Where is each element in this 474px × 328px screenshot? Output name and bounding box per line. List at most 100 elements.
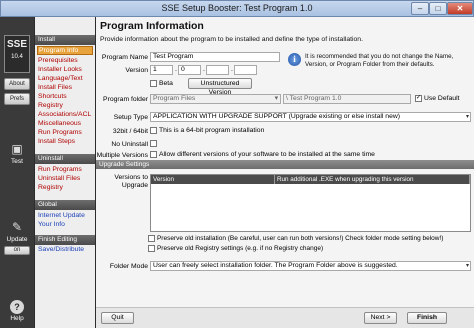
- no-uninstall-checkbox-wrap[interactable]: [150, 140, 157, 147]
- maximize-button[interactable]: □: [429, 2, 447, 15]
- bits-checkbox[interactable]: [150, 127, 157, 134]
- use-default-option[interactable]: ✓ Use Default: [415, 95, 459, 102]
- finish-button[interactable]: Finish: [407, 312, 447, 324]
- chevron-down-icon: ▾: [274, 95, 278, 102]
- footer-bar: Quit Next > Finish: [96, 307, 474, 328]
- page-title: Program Information: [100, 20, 204, 32]
- version-separator: .: [175, 66, 177, 73]
- nav-column: Install Program Info Prerequisites Insta…: [35, 17, 95, 328]
- minimize-button[interactable]: –: [411, 2, 429, 15]
- folder-mode-label: Folder Mode: [109, 263, 148, 270]
- nav-item-installer-looks[interactable]: Installer Looks: [37, 65, 93, 74]
- nav-item-shortcuts[interactable]: Shortcuts: [37, 92, 93, 101]
- chevron-down-icon: ▾: [465, 263, 469, 269]
- nav-item-miscellaneous[interactable]: Miscellaneous: [37, 119, 93, 128]
- about-button[interactable]: About: [4, 78, 30, 90]
- nav-item-uninstall-registry[interactable]: Registry: [37, 183, 93, 192]
- window-title: SSE Setup Booster: Test Program 1.0: [161, 3, 313, 13]
- bits-label: 32bit / 64bit: [112, 128, 148, 135]
- nav-header-install: Install: [35, 35, 95, 45]
- nav-item-install-steps[interactable]: Install Steps: [37, 137, 93, 146]
- test-label: Test: [11, 158, 23, 165]
- page-subtitle: Provide information about the program to…: [100, 36, 363, 43]
- versions-table[interactable]: Version Run additional .EXE when upgradi…: [150, 174, 471, 232]
- version-minor-input[interactable]: 0: [178, 65, 201, 75]
- nav-item-uninstall-run-programs[interactable]: Run Programs: [37, 165, 93, 174]
- chevron-down-icon: ▾: [465, 114, 469, 120]
- prefs-button[interactable]: Prefs: [4, 93, 30, 105]
- quit-button[interactable]: Quit: [101, 312, 134, 324]
- setup-type-select[interactable]: APPLICATION WITH UPGRADE SUPPORT (Upgrad…: [150, 112, 471, 122]
- preserve-installation-text: Preserve old installation (Be careful, u…: [156, 235, 444, 242]
- help-icon[interactable]: ?: [10, 300, 24, 314]
- app-version: 10.4: [11, 54, 23, 60]
- nav-item-program-info[interactable]: Program Info: [37, 46, 93, 55]
- version-build-input[interactable]: [206, 65, 229, 75]
- version-major-input[interactable]: 1: [150, 65, 173, 75]
- setup-type-label: Setup Type: [113, 114, 148, 121]
- multiple-versions-label: Multiple Versions: [96, 152, 148, 159]
- nav-item-prerequisites[interactable]: Prerequisites: [37, 56, 93, 65]
- setup-type-value: APPLICATION WITH UPGRADE SUPPORT (Upgrad…: [153, 113, 401, 120]
- left-panel: SSE 10.4 About Prefs ▣ Test ✎ Update on …: [0, 17, 96, 328]
- unstructured-version-button[interactable]: Unstructured Version: [188, 78, 252, 96]
- multiple-versions-option[interactable]: Allow different versions of your softwar…: [150, 151, 375, 158]
- upgrade-settings-header: Upgrade Settings: [96, 160, 474, 169]
- nav-item-your-info[interactable]: Your Info: [37, 220, 93, 229]
- test-icon[interactable]: ▣: [8, 141, 26, 157]
- table-column-run-exe[interactable]: Run additional .EXE when upgrading this …: [275, 175, 470, 184]
- multiple-versions-checkbox[interactable]: [150, 151, 157, 158]
- no-uninstall-label: No Uninstall: [111, 141, 148, 148]
- program-folder-root-select[interactable]: Program Files ▾: [150, 94, 281, 104]
- program-name-label: Program Name: [101, 54, 148, 61]
- nav-header-finish: Finish Editing: [35, 235, 95, 245]
- bits-option[interactable]: This is a 64-bit program installation: [150, 127, 264, 134]
- info-icon: i: [288, 53, 301, 66]
- nav-item-internet-update[interactable]: Internet Update: [37, 211, 93, 220]
- app-logo-glyph: SSE: [6, 39, 27, 50]
- main-content: Program Information Provide information …: [96, 17, 474, 328]
- no-uninstall-checkbox[interactable]: [150, 140, 157, 147]
- beta-option[interactable]: Beta: [150, 80, 173, 87]
- multiple-versions-text: Allow different versions of your softwar…: [158, 151, 375, 158]
- table-column-version[interactable]: Version: [151, 175, 275, 184]
- program-name-input[interactable]: Test Program: [150, 52, 280, 62]
- program-folder-label: Program folder: [103, 96, 148, 103]
- title-bar: SSE Setup Booster: Test Program 1.0 – □ …: [0, 0, 474, 17]
- update-icon[interactable]: ✎: [8, 219, 26, 235]
- preserve-installation-option[interactable]: Preserve old installation (Be careful, u…: [148, 235, 443, 242]
- use-default-label: Use Default: [423, 95, 460, 102]
- program-folder-path-input[interactable]: \ Test Program 1.0: [283, 94, 411, 104]
- preserve-registry-text: Preserve old Registry settings (e.g. if …: [156, 245, 324, 252]
- nav-item-registry[interactable]: Registry: [37, 101, 93, 110]
- versions-to-upgrade-label: Versions to Upgrade: [114, 174, 148, 189]
- nav-item-install-files[interactable]: Install Files: [37, 83, 93, 92]
- preserve-registry-checkbox[interactable]: [148, 245, 155, 252]
- version-revision-input[interactable]: [234, 65, 257, 75]
- update-toggle[interactable]: on: [4, 246, 30, 255]
- nav-item-language-text[interactable]: Language/Text: [37, 74, 93, 83]
- preserve-registry-option[interactable]: Preserve old Registry settings (e.g. if …: [148, 245, 323, 252]
- icon-column: SSE 10.4 About Prefs ▣ Test ✎ Update on …: [0, 17, 34, 328]
- close-button[interactable]: ✕: [447, 2, 473, 15]
- version-label: Version: [125, 67, 148, 74]
- app-logo: SSE 10.4: [4, 35, 30, 73]
- nav-item-run-programs[interactable]: Run Programs: [37, 128, 93, 137]
- update-label: Update: [6, 236, 28, 243]
- beta-checkbox[interactable]: [150, 80, 157, 87]
- folder-mode-select[interactable]: User can freely select installation fold…: [150, 261, 471, 271]
- preserve-installation-checkbox[interactable]: [148, 235, 155, 242]
- version-separator: .: [203, 66, 205, 73]
- nav-header-uninstall: Uninstall: [35, 154, 95, 164]
- next-button[interactable]: Next >: [364, 312, 397, 324]
- help-label: Help: [10, 315, 24, 322]
- beta-label: Beta: [158, 80, 173, 87]
- nav-item-uninstall-files[interactable]: Uninstall Files: [37, 174, 93, 183]
- folder-mode-value: User can freely select installation fold…: [153, 262, 398, 269]
- use-default-checkbox[interactable]: ✓: [415, 95, 422, 102]
- nav-item-associations-acl[interactable]: Associations/ACL: [37, 110, 93, 119]
- info-note: It is recommended that you do not change…: [305, 53, 454, 68]
- program-folder-root-value: Program Files: [153, 95, 196, 102]
- bits-text: This is a 64-bit program installation: [158, 127, 265, 134]
- nav-item-save-distribute[interactable]: Save/Distribute: [37, 245, 93, 254]
